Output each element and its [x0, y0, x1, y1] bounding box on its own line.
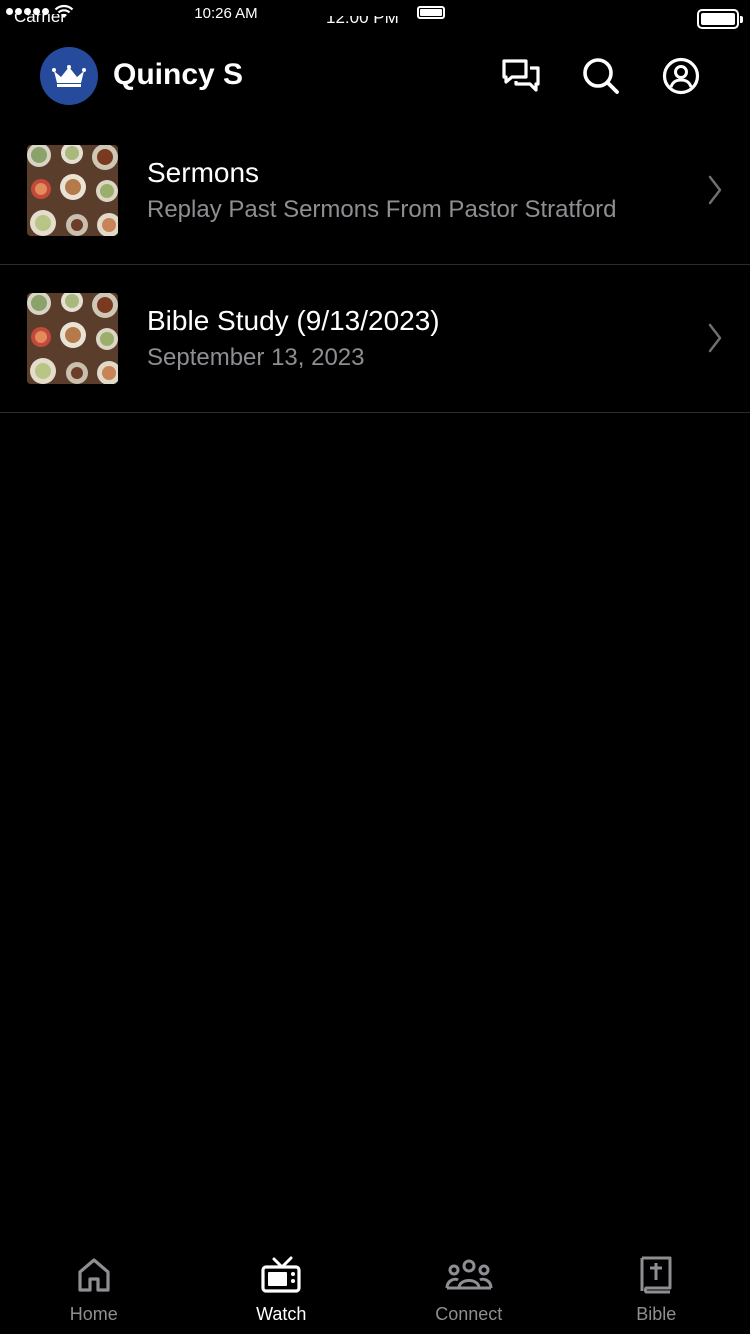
chevron-right-icon — [708, 323, 722, 353]
item-title: Sermons — [147, 157, 260, 188]
content-list: Sermons Replay Past Sermons From Pastor … — [0, 117, 750, 413]
list-item-sermons[interactable]: Sermons Replay Past Sermons From Pastor … — [0, 117, 750, 265]
chat-icon — [502, 59, 540, 92]
chevron-right-icon — [708, 175, 722, 205]
user-name: Quincy S — [113, 58, 244, 91]
thumbnail-image — [27, 293, 118, 384]
avatar[interactable] — [40, 47, 98, 105]
chat-button[interactable] — [501, 56, 541, 96]
tv-icon — [261, 1256, 301, 1293]
people-icon — [445, 1259, 493, 1290]
item-subtitle: September 13, 2023 — [147, 344, 365, 371]
tab-label: Home — [69, 1304, 118, 1324]
item-title: Bible Study (9/13/2023) — [147, 305, 440, 336]
tab-label: Connect — [435, 1304, 503, 1324]
battery-icon — [417, 6, 445, 19]
search-icon — [583, 58, 619, 94]
battery-icon — [697, 9, 743, 29]
home-icon — [78, 1258, 110, 1292]
status-time-ghost: 12:00 PM — [326, 16, 399, 26]
profile-icon — [662, 57, 700, 95]
tab-connect[interactable]: Connect — [375, 1234, 563, 1334]
tab-bible[interactable]: Bible — [563, 1234, 750, 1334]
tab-label: Watch — [256, 1304, 307, 1324]
list-item-bible-study[interactable]: Bible Study (9/13/2023) September 13, 20… — [0, 265, 750, 413]
search-button[interactable] — [581, 56, 621, 96]
bible-icon — [640, 1256, 672, 1294]
app-header: Quincy S — [0, 44, 750, 108]
item-subtitle: Replay Past Sermons From Pastor Stratfor… — [147, 196, 617, 223]
thumbnail-image — [27, 145, 118, 236]
tab-bar: Home Watch Connect Bible — [0, 1234, 750, 1334]
tab-watch[interactable]: Watch — [188, 1234, 376, 1334]
tab-label: Bible — [636, 1304, 677, 1324]
status-bar: Carrier 10:26 AM 12:00 PM — [0, 0, 750, 30]
crown-icon — [52, 65, 86, 87]
tab-home[interactable]: Home — [0, 1234, 188, 1334]
profile-button[interactable] — [661, 56, 701, 96]
